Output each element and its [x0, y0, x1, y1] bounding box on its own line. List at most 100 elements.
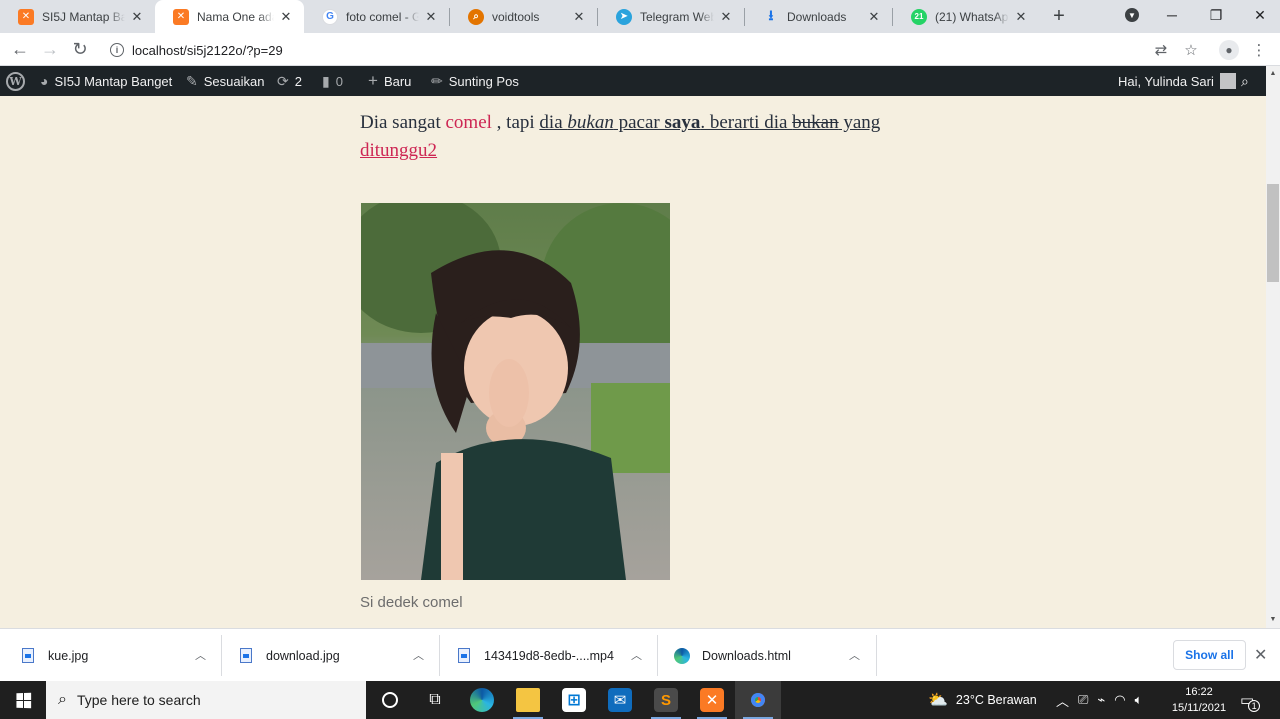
- edit-post-menu[interactable]: ✏ Sunting Pos: [431, 66, 519, 96]
- search-icon: ⌕: [58, 691, 67, 708]
- post-image: [361, 203, 670, 580]
- new-tab-icon[interactable]: +: [1047, 4, 1071, 28]
- bookmark-star-icon[interactable]: ☆: [1180, 39, 1202, 61]
- chrome-icon[interactable]: [735, 681, 781, 719]
- forward-icon[interactable]: →: [38, 37, 62, 61]
- taskbar-search-box[interactable]: ⌕ Type here to search: [46, 681, 366, 719]
- mail-icon[interactable]: ✉: [597, 681, 643, 719]
- customize-menu[interactable]: ✎ Sesuaikan: [186, 66, 264, 96]
- xampp-icon: ✕: [173, 8, 189, 25]
- search-tool-icon: ⌕: [468, 8, 484, 25]
- tab-si5j[interactable]: ✕ SI5J Mantap Banget ✕: [0, 0, 155, 33]
- comel-link[interactable]: comel: [445, 112, 491, 133]
- whatsapp-icon: 21: [911, 8, 927, 25]
- sublime-text-icon[interactable]: S: [643, 681, 689, 719]
- task-view-icon[interactable]: ⧉: [412, 681, 458, 719]
- profile-avatar-icon[interactable]: ●: [1218, 39, 1240, 61]
- close-shelf-icon[interactable]: ✕: [1254, 645, 1267, 665]
- tab-whatsapp[interactable]: 21 (21) WhatsApp ✕: [893, 0, 1039, 33]
- scroll-up-icon[interactable]: ▲: [1266, 66, 1280, 80]
- close-icon[interactable]: ✕: [718, 9, 734, 25]
- image-file-icon: [22, 648, 34, 663]
- new-content-menu[interactable]: + Baru: [368, 66, 411, 96]
- windows-taskbar: ⌕ Type here to search ⧉ ⊞ ✉ S ✕ ⛅ 23°C B…: [0, 681, 1280, 719]
- telegram-icon: ➤: [616, 8, 632, 25]
- close-icon[interactable]: ✕: [278, 9, 294, 25]
- my-account-menu[interactable]: Hai, Yulinda Sari: [1118, 66, 1236, 96]
- chevron-up-icon[interactable]: ︿: [849, 647, 860, 663]
- meet-now-icon[interactable]: ⎚: [1078, 692, 1088, 708]
- notification-count: 1: [1248, 700, 1261, 712]
- tab-search-icon[interactable]: ▼: [1110, 0, 1154, 30]
- download-item[interactable]: download.jpg ︿: [218, 629, 438, 682]
- chevron-up-icon[interactable]: ︿: [1056, 691, 1069, 710]
- url-text: localhost/si5j2122o/?p=29: [132, 42, 283, 58]
- download-filename: Downloads.html: [702, 648, 791, 663]
- site-name-menu[interactable]: ◕ SI5J Mantap Banget: [40, 66, 172, 96]
- tab-title: (21) WhatsApp: [935, 9, 1009, 24]
- menu-kebab-icon[interactable]: ⋮: [1248, 39, 1270, 61]
- browser-tab-strip: ✕ SI5J Mantap Banget ✕ ✕ Nama One ada 2 …: [0, 0, 1280, 33]
- address-bar[interactable]: i localhost/si5j2122o/?p=29: [100, 36, 1190, 64]
- scrollbar-track[interactable]: [1266, 66, 1280, 628]
- wordpress-logo-icon[interactable]: W: [6, 66, 25, 96]
- translate-icon[interactable]: ⇄: [1150, 39, 1172, 61]
- brush-icon: ✎: [186, 72, 198, 89]
- taskbar-clock[interactable]: 16:22 15/11/2021: [1166, 684, 1232, 716]
- updates-icon: ⟳: [277, 72, 289, 89]
- minimize-icon[interactable]: ─: [1150, 0, 1194, 30]
- tab-title: Downloads: [787, 9, 847, 24]
- file-explorer-icon[interactable]: [505, 681, 551, 719]
- new-label: Baru: [383, 73, 412, 89]
- notification-center-icon[interactable]: ▭ 1: [1240, 681, 1266, 719]
- scrollbar-thumb[interactable]: [1267, 184, 1279, 282]
- search-icon[interactable]: ⌕: [1241, 66, 1249, 96]
- close-icon[interactable]: ✕: [129, 9, 145, 25]
- microsoft-store-icon[interactable]: ⊞: [551, 681, 597, 719]
- download-item[interactable]: kue.jpg ︿: [0, 629, 220, 682]
- edge-icon[interactable]: [459, 681, 505, 719]
- network-icon[interactable]: ⌁: [1097, 692, 1105, 708]
- google-icon: G: [322, 8, 338, 25]
- restore-icon[interactable]: ❐: [1194, 0, 1238, 30]
- window-close-icon[interactable]: ✕: [1238, 0, 1280, 30]
- reload-icon[interactable]: ↻: [68, 37, 92, 61]
- tab-nama-one[interactable]: ✕ Nama One ada 2 ✕: [155, 0, 304, 33]
- back-icon[interactable]: ←: [8, 37, 32, 61]
- close-icon[interactable]: ✕: [423, 9, 439, 25]
- dashboard-icon: ◕: [40, 73, 49, 89]
- chevron-up-icon[interactable]: ︿: [631, 647, 642, 663]
- clock-date: 15/11/2021: [1171, 702, 1227, 714]
- post-paragraph: Dia sangat comel , tapi dia bukan pacar …: [360, 112, 881, 161]
- chevron-up-icon[interactable]: ︿: [195, 647, 206, 663]
- comments-menu[interactable]: ▮ 0: [322, 66, 343, 96]
- browser-toolbar: ← → ↻ i localhost/si5j2122o/?p=29 ⇄ ☆ ● …: [0, 33, 1280, 66]
- tab-voidtools[interactable]: ⌕ voidtools ✕: [450, 0, 597, 33]
- edge-html-file-icon: [674, 647, 690, 664]
- site-info-icon[interactable]: i: [110, 43, 124, 57]
- close-icon[interactable]: ✕: [571, 9, 587, 25]
- close-icon[interactable]: ✕: [866, 9, 882, 25]
- edit-post-label: Sunting Pos: [448, 73, 519, 89]
- volume-icon[interactable]: 🔈︎: [1135, 692, 1143, 708]
- download-filename: download.jpg: [266, 648, 340, 663]
- updates-menu[interactable]: ⟳ 2: [277, 66, 302, 96]
- tab-google[interactable]: G foto comel - Google ✕: [304, 0, 449, 33]
- download-item[interactable]: Downloads.html ︿: [654, 629, 874, 682]
- download-item[interactable]: 143419d8-8edb-....mp4 ︿: [436, 629, 656, 682]
- windows-start-icon[interactable]: [0, 681, 46, 719]
- wifi-icon[interactable]: ◠: [1114, 692, 1125, 708]
- tab-downloads[interactable]: ⭳ Downloads ✕: [745, 0, 892, 33]
- weather-widget[interactable]: ⛅ 23°C Berawan: [928, 681, 1037, 719]
- xampp-icon[interactable]: ✕: [689, 681, 735, 719]
- updates-count: 2: [294, 73, 302, 89]
- scroll-down-icon[interactable]: ▼: [1266, 612, 1280, 626]
- cortana-icon[interactable]: [367, 681, 413, 719]
- close-icon[interactable]: ✕: [1013, 9, 1029, 25]
- tab-telegram[interactable]: ➤ Telegram Web ✕: [598, 0, 744, 33]
- ditunggu-link[interactable]: ditunggu2: [360, 140, 437, 161]
- show-all-downloads-button[interactable]: Show all: [1173, 640, 1246, 670]
- chevron-up-icon[interactable]: ︿: [413, 647, 424, 663]
- download-filename: 143419d8-8edb-....mp4: [484, 648, 614, 663]
- download-filename: kue.jpg: [48, 648, 89, 663]
